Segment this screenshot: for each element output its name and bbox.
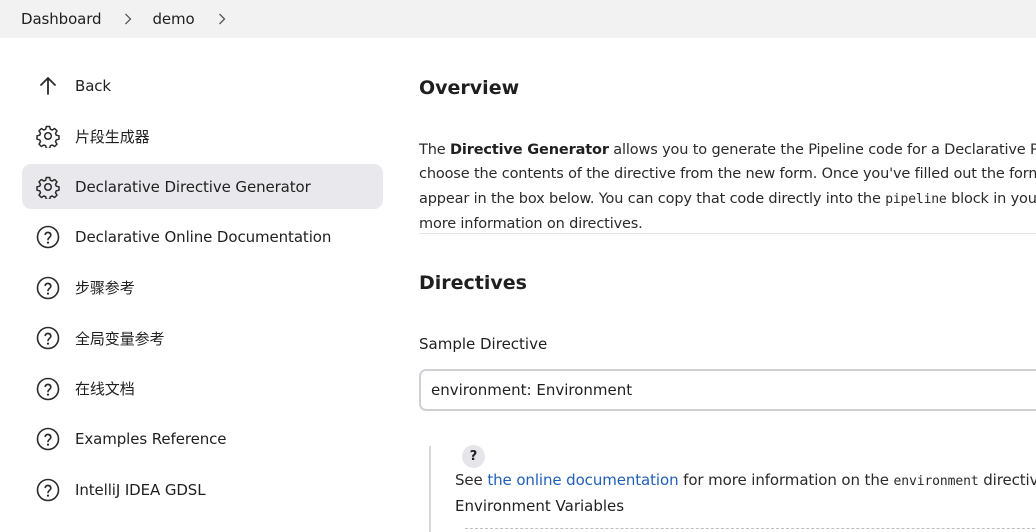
help-text: See the online documentation for more in… <box>455 471 1036 489</box>
help-circle-icon <box>36 478 60 502</box>
help-circle-icon <box>36 276 60 300</box>
help-circle-icon <box>36 427 60 451</box>
sample-directive-select[interactable]: environment: Environment <box>419 369 1036 411</box>
help-circle-icon <box>36 225 60 249</box>
sidebar-item-label: 片段生成器 <box>75 127 150 146</box>
help-circle-icon <box>36 377 60 401</box>
sidebar-item-label: Examples Reference <box>75 430 227 448</box>
directives-title: Directives <box>419 272 527 294</box>
sidebar-item-global-variables-reference[interactable]: 全局变量参考 <box>22 316 383 361</box>
help-circle-icon <box>36 326 60 350</box>
sidebar-item-snippet-generator[interactable]: 片段生成器 <box>22 114 383 159</box>
intro-paragraph: The Directive Generator allows you to ge… <box>419 138 1036 236</box>
online-documentation-link[interactable]: the online documentation <box>487 471 678 489</box>
sidebar-item-label: IntelliJ IDEA GDSL <box>75 480 206 499</box>
sample-directive-value: environment: Environment <box>431 381 633 399</box>
chevron-right-icon <box>123 13 133 25</box>
main-content: Overview The Directive Generator allows … <box>419 0 1036 532</box>
sample-directive-label: Sample Directive <box>419 335 548 353</box>
gear-icon <box>36 175 60 199</box>
sidebar-item-label: Back <box>75 76 112 95</box>
help-icon[interactable]: ? <box>462 445 485 468</box>
overview-title: Overview <box>419 77 520 99</box>
arrow-up-icon <box>36 74 60 98</box>
sidebar-item-label: 在线文档 <box>75 380 135 398</box>
sidebar-item-label: 全局变量参考 <box>75 329 165 348</box>
sidebar-item-back[interactable]: Back <box>22 63 383 108</box>
intro-line-1: The Directive Generator allows you to ge… <box>419 142 1036 158</box>
sidebar-item-online-docs[interactable]: 在线文档 <box>22 366 383 411</box>
environment-variables-label: Environment Variables <box>455 497 625 515</box>
sidebar-item-steps-reference[interactable]: 步骤参考 <box>22 265 383 310</box>
sidebar-item-label: Declarative Directive Generator <box>75 177 311 196</box>
sidebar: Back 片段生成器 Declarative Directive Generat… <box>22 63 383 518</box>
sidebar-item-label: Declarative Online Documentation <box>75 228 332 246</box>
sidebar-item-label: 步骤参考 <box>75 279 135 297</box>
sidebar-item-declarative-directive-generator[interactable]: Declarative Directive Generator <box>22 164 383 209</box>
sidebar-item-declarative-online-documentation[interactable]: Declarative Online Documentation <box>22 215 383 260</box>
intro-line-3: appear in the box below. You can copy th… <box>419 190 1036 207</box>
section-divider <box>419 233 1036 234</box>
sidebar-item-examples-reference[interactable]: Examples Reference <box>22 417 383 462</box>
breadcrumb-demo[interactable]: demo <box>152 10 194 28</box>
breadcrumb-dashboard[interactable]: Dashboard <box>21 10 102 28</box>
gear-icon <box>36 124 60 148</box>
chevron-right-icon[interactable] <box>217 13 227 25</box>
dashed-separator <box>465 528 1036 529</box>
sidebar-item-intellij-idea-gdsl[interactable]: IntelliJ IDEA GDSL <box>22 467 383 512</box>
intro-line-2: choose the contents of the directive fro… <box>419 166 1036 183</box>
section-indent-bar <box>429 446 431 532</box>
